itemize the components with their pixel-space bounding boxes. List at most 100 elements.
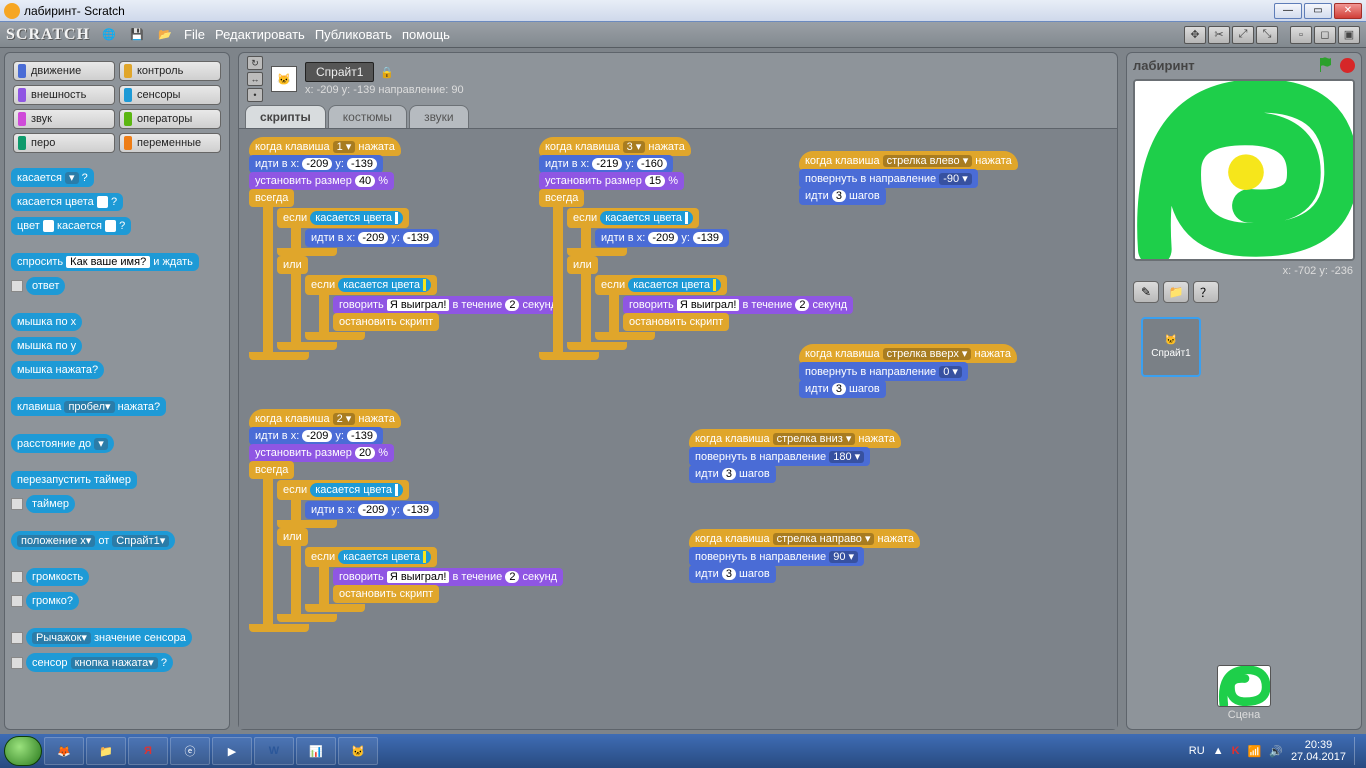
script-key-2[interactable]: когда клавиша 2 ▾ нажатаидти в x: -209 y…: [249, 409, 563, 632]
script-arrow-up[interactable]: когда клавиша стрелка вверх ▾ нажатапове…: [799, 344, 1017, 397]
checkbox[interactable]: [11, 498, 23, 510]
menubar: SCRATCH 🌐 💾 📂 File Редактировать Публико…: [0, 22, 1366, 48]
block-touching-color[interactable]: касается цвета ?: [11, 193, 123, 211]
paint-new-sprite-icon[interactable]: ✎: [1133, 281, 1159, 303]
block-ask[interactable]: спросить Как ваше имя? и ждать: [11, 253, 199, 271]
checkbox[interactable]: [11, 571, 23, 583]
project-title: лабиринт: [1133, 58, 1312, 73]
taskbar-explorer-icon[interactable]: 📁: [86, 737, 126, 765]
checkbox[interactable]: [11, 632, 23, 644]
menu-file[interactable]: File: [184, 27, 205, 42]
tool-cut-icon[interactable]: ✂: [1208, 26, 1230, 44]
main: движениеконтрольвнешностьсенсорызвукопер…: [0, 48, 1366, 734]
script-arrow-left[interactable]: когда клавиша стрелка влево ▾ нажатапове…: [799, 151, 1018, 204]
tool-grow-icon[interactable]: ⤢: [1232, 26, 1254, 44]
window-title: лабиринт- Scratch: [24, 4, 1274, 18]
block-color-touching[interactable]: цвет касается ?: [11, 217, 131, 235]
language-icon[interactable]: 🌐: [100, 26, 118, 44]
category-звук[interactable]: звук: [13, 109, 115, 129]
system-tray: RU ▲ K 📶 🔊 20:39 27.04.2017: [1189, 737, 1362, 765]
green-flag-icon[interactable]: [1318, 57, 1334, 73]
menu-publish[interactable]: Публиковать: [315, 27, 392, 42]
block-sensor-pressed[interactable]: сенсор кнопка нажата▾ ?: [26, 653, 173, 672]
tray-lang[interactable]: RU: [1189, 745, 1205, 757]
sprite-list-item[interactable]: 🐱 Спрайт1: [1141, 317, 1201, 377]
block-attr-of[interactable]: положение x▾ от Спрайт1▾: [11, 531, 175, 550]
start-button[interactable]: [4, 736, 42, 766]
tab-sounds[interactable]: звуки: [409, 105, 469, 128]
block-loud[interactable]: громко?: [26, 592, 79, 610]
taskbar-media-icon[interactable]: ▶: [212, 737, 252, 765]
toolbar-right: ✥ ✂ ⤢ ⤡ ▫ ◻ ▣: [1184, 26, 1360, 44]
block-sensor-value[interactable]: Рычажок▾ значение сенсора: [26, 628, 192, 647]
tray-date[interactable]: 27.04.2017: [1291, 751, 1346, 763]
view-small-icon[interactable]: ▫: [1290, 26, 1312, 44]
category-движение[interactable]: движение: [13, 61, 115, 81]
tab-scripts[interactable]: скрипты: [245, 105, 326, 128]
tray-flag-icon[interactable]: ▲: [1213, 745, 1224, 757]
taskbar-word-icon[interactable]: W: [254, 737, 294, 765]
lock-icon[interactable]: 🔒: [380, 66, 394, 79]
script-arrow-right[interactable]: когда клавиша стрелка направо ▾ нажатапо…: [689, 529, 920, 582]
taskbar-ie-icon[interactable]: ⓔ: [170, 737, 210, 765]
view-normal-icon[interactable]: ◻: [1314, 26, 1336, 44]
category-переменные[interactable]: переменные: [119, 133, 221, 153]
checkbox[interactable]: [11, 595, 23, 607]
block-timer[interactable]: таймер: [26, 495, 75, 513]
tray-k-icon[interactable]: K: [1232, 745, 1240, 757]
script-canvas[interactable]: когда клавиша 1 ▾ нажатаидти в x: -209 y…: [239, 128, 1117, 729]
stage-content: [1135, 81, 1353, 259]
surprise-sprite-icon[interactable]: ？: [1193, 281, 1219, 303]
tray-time[interactable]: 20:39: [1291, 739, 1346, 751]
open-icon[interactable]: 📂: [156, 26, 174, 44]
block-reset-timer[interactable]: перезапустить таймер: [11, 471, 137, 489]
window-maximize-button[interactable]: ▭: [1304, 3, 1332, 19]
menu-edit[interactable]: Редактировать: [215, 27, 305, 42]
stop-icon[interactable]: [1340, 58, 1355, 73]
editor-tabs: скрипты костюмы звуки: [245, 105, 1117, 128]
block-answer[interactable]: ответ: [26, 277, 65, 295]
category-операторы[interactable]: операторы: [119, 109, 221, 129]
taskbar-scratch-icon[interactable]: 🐱: [338, 737, 378, 765]
checkbox[interactable]: [11, 280, 23, 292]
rotate-none-button[interactable]: •: [247, 88, 263, 102]
block-touching[interactable]: касается ▾ ?: [11, 168, 94, 187]
block-distance[interactable]: расстояние до ▾: [11, 434, 114, 453]
tool-shrink-icon[interactable]: ⤡: [1256, 26, 1278, 44]
window-minimize-button[interactable]: —: [1274, 3, 1302, 19]
tray-wifi-icon[interactable]: 📶: [1248, 745, 1262, 758]
taskbar-chart-icon[interactable]: 📊: [296, 737, 336, 765]
category-перо[interactable]: перо: [13, 133, 115, 153]
checkbox[interactable]: [11, 657, 23, 669]
taskbar-yandex-icon[interactable]: Я: [128, 737, 168, 765]
scene-thumb: [1217, 665, 1271, 707]
app-icon: [4, 3, 20, 19]
script-key-1[interactable]: когда клавиша 1 ▾ нажатаидти в x: -209 y…: [249, 137, 563, 360]
scene-box[interactable]: Сцена: [1127, 661, 1361, 729]
tray-sound-icon[interactable]: 🔊: [1269, 745, 1283, 758]
block-loudness[interactable]: громкость: [26, 568, 89, 586]
taskbar-firefox-icon[interactable]: 🦊: [44, 737, 84, 765]
block-keypressed[interactable]: клавиша пробел▾ нажата?: [11, 397, 166, 416]
stage-header: лабиринт: [1127, 53, 1361, 77]
sprite-name[interactable]: Спрайт1: [305, 62, 374, 82]
category-внешность[interactable]: внешность: [13, 85, 115, 105]
category-контроль[interactable]: контроль: [119, 61, 221, 81]
tool-stamp-icon[interactable]: ✥: [1184, 26, 1206, 44]
rotate-free-button[interactable]: ↻: [247, 56, 263, 70]
block-mousedown[interactable]: мышка нажата?: [11, 361, 104, 379]
tab-costumes[interactable]: костюмы: [328, 105, 407, 128]
block-palette: касается ▾ ? касается цвета ? цвет касаетс…: [5, 161, 229, 729]
choose-sprite-icon[interactable]: 📁: [1163, 281, 1189, 303]
menu-help[interactable]: помощь: [402, 27, 450, 42]
show-desktop-button[interactable]: [1354, 737, 1362, 765]
rotate-lr-button[interactable]: ↔: [247, 72, 263, 86]
block-mousex[interactable]: мышка по x: [11, 313, 82, 331]
view-present-icon[interactable]: ▣: [1338, 26, 1360, 44]
stage[interactable]: [1133, 79, 1355, 261]
block-mousey[interactable]: мышка по y: [11, 337, 82, 355]
category-сенсоры[interactable]: сенсоры: [119, 85, 221, 105]
script-arrow-down[interactable]: когда клавиша стрелка вниз ▾ нажатаповер…: [689, 429, 901, 482]
window-close-button[interactable]: ✕: [1334, 3, 1362, 19]
save-icon[interactable]: 💾: [128, 26, 146, 44]
